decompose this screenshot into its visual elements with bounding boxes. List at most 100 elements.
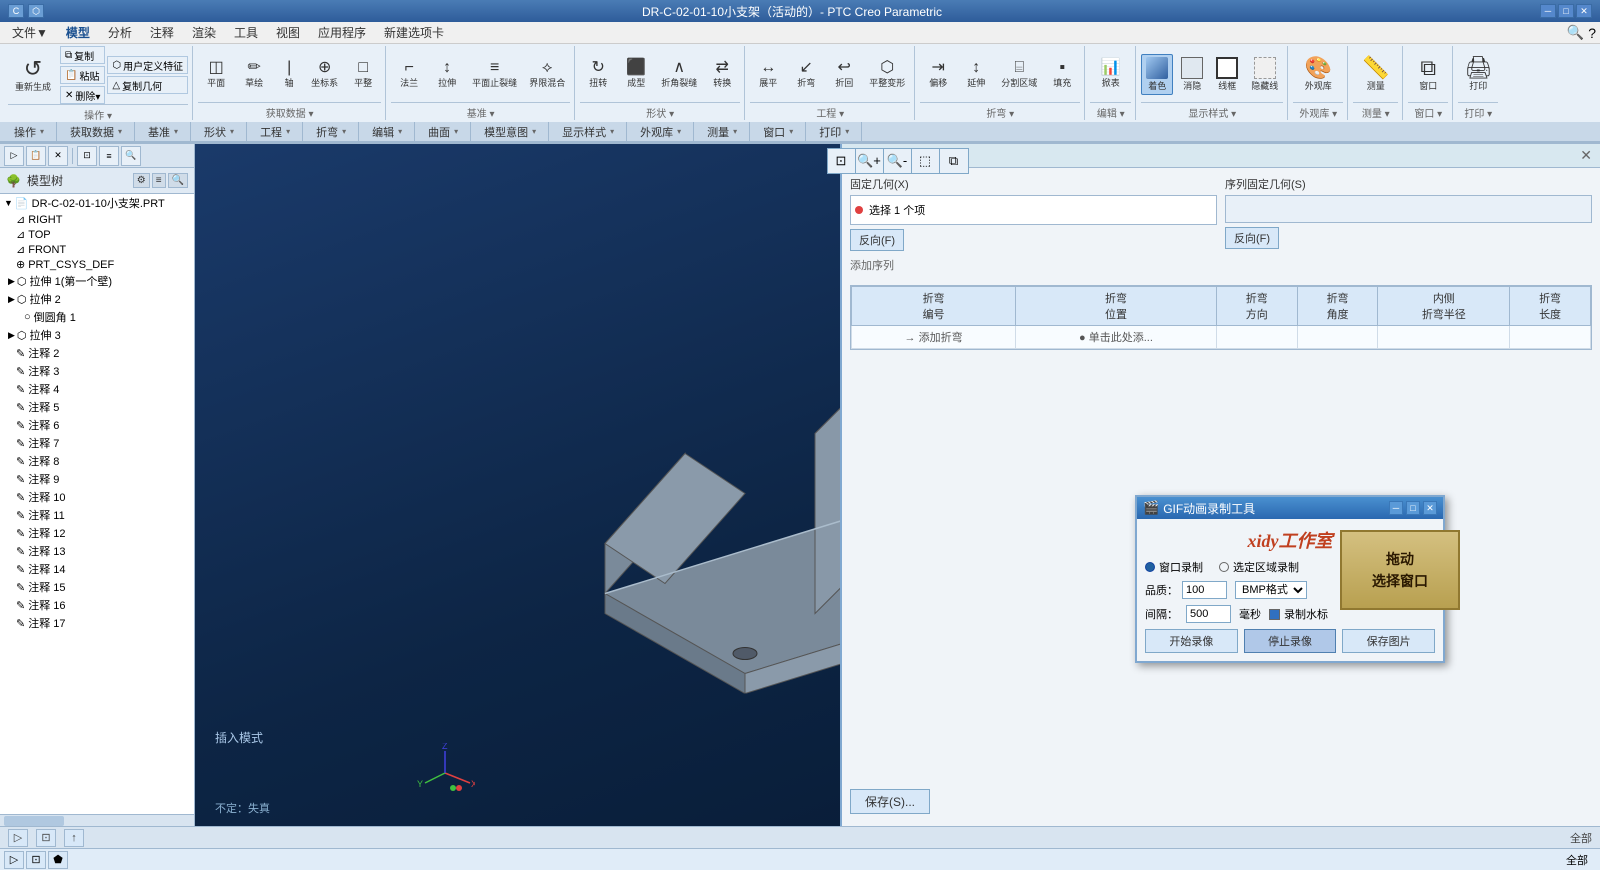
btn-plane[interactable]: ◫ 平面 <box>198 57 234 92</box>
btn-flatten[interactable]: □ 平整 <box>345 57 381 92</box>
vt-zoom-out[interactable]: 🔍- <box>884 149 912 173</box>
fold-seq-close-btn[interactable]: ✕ <box>1580 147 1592 164</box>
watermark-option[interactable]: 录制水标 <box>1269 606 1328 622</box>
btn-twist[interactable]: ↻ 扭转 <box>580 57 616 92</box>
btn-split-area[interactable]: ⌸ 分割区域 <box>996 57 1042 92</box>
btn-print[interactable]: 🖨 打印 <box>1458 54 1498 95</box>
rsec-bend[interactable]: 折弯 ▾ <box>304 122 359 141</box>
lp-btn-4[interactable]: ⊡ <box>77 146 97 166</box>
btn-flatten-deform[interactable]: ⬡ 平整变形 <box>864 57 910 92</box>
btn-corner-crack[interactable]: ∧ 折角裂缝 <box>656 57 702 92</box>
rsec-model-intent[interactable]: 模型意图 ▾ <box>472 122 549 141</box>
btn-hidden-line[interactable]: 隐藏线 <box>1246 54 1283 95</box>
tree-item-note13[interactable]: ✎ 注释 13 <box>0 542 194 560</box>
left-scrollbar[interactable] <box>0 814 194 826</box>
minimize-btn[interactable]: ─ <box>1540 4 1556 18</box>
tree-item-note16[interactable]: ✎ 注释 16 <box>0 596 194 614</box>
rsec-edit[interactable]: 编辑 ▾ <box>360 122 415 141</box>
btn-measure[interactable]: 📏 测量 <box>1353 54 1398 95</box>
tree-item-note11[interactable]: ✎ 注释 11 <box>0 506 194 524</box>
option-area-record[interactable]: 选定区域录制 <box>1219 559 1299 575</box>
rsec-print2[interactable]: 打印 ▾ <box>807 122 862 141</box>
btn-paste[interactable]: 📋 粘贴 <box>60 66 105 84</box>
btn-shading[interactable]: 着色 <box>1141 54 1173 95</box>
model-tree-filter-btn[interactable]: ≡ <box>152 173 166 188</box>
btn-fold-back[interactable]: ↩ 折回 <box>826 57 862 92</box>
menu-analysis[interactable]: 分析 <box>100 22 140 43</box>
rsec-surface[interactable]: 曲面 ▾ <box>416 122 471 141</box>
watermark-checkbox[interactable] <box>1269 609 1280 620</box>
btn-offset[interactable]: ⇥ 偏移 <box>920 57 956 92</box>
btn-fill[interactable]: ▪ 填充 <box>1044 57 1080 92</box>
btn-copy[interactable]: ⧉ 复制 <box>60 46 105 64</box>
bottom-btn-3[interactable]: ⬟ <box>48 851 68 869</box>
menu-apps[interactable]: 应用程序 <box>310 22 374 43</box>
save-image-btn[interactable]: 保存图片 <box>1342 629 1435 653</box>
geo-select-box[interactable]: 选择 1 个项 <box>850 195 1217 225</box>
drag-select-button[interactable]: 拖动 选择窗口 <box>1340 530 1460 610</box>
model-tree-settings-btn[interactable]: ⚙ <box>133 173 150 188</box>
btn-user-feature[interactable]: ⬡ 用户定义特征 <box>107 56 188 74</box>
maximize-btn[interactable]: □ <box>1558 4 1574 18</box>
save-btn[interactable]: 保存(S)... <box>850 789 930 814</box>
vt-more[interactable]: ⧉ <box>940 149 968 173</box>
help-icon[interactable]: ? <box>1588 25 1596 41</box>
fold-click-hint[interactable]: ● 单击此处添... <box>1016 326 1217 349</box>
search-icon[interactable]: 🔍 <box>1567 24 1584 41</box>
btn-copy-geo[interactable]: △ 复制几何 <box>107 76 188 94</box>
menu-annotation[interactable]: 注释 <box>142 22 182 43</box>
lp-btn-6[interactable]: 🔍 <box>121 146 141 166</box>
vt-zoom-area[interactable]: ⬚ <box>912 149 940 173</box>
tree-item-extrude1[interactable]: ▶ ⬡ 拉伸 1(第一个壁) <box>0 272 194 290</box>
status-btn-3[interactable]: ↑ <box>64 829 84 847</box>
tree-item-note2[interactable]: ✎ 注释 2 <box>0 344 194 362</box>
menu-tools[interactable]: 工具 <box>226 22 266 43</box>
tree-item-note5[interactable]: ✎ 注释 5 <box>0 398 194 416</box>
tree-item-extrude3[interactable]: ▶ ⬡ 拉伸 3 <box>0 326 194 344</box>
btn-sketch[interactable]: ✏ 草绘 <box>236 57 272 92</box>
model-tree-search-btn[interactable]: 🔍 <box>168 173 188 188</box>
stop-record-btn[interactable]: 停止录像 <box>1244 629 1337 653</box>
tree-item-note4[interactable]: ✎ 注释 4 <box>0 380 194 398</box>
gif-maximize-btn[interactable]: □ <box>1406 501 1420 515</box>
menu-new-tab[interactable]: 新建选项卡 <box>376 22 452 43</box>
tree-item-note8[interactable]: ✎ 注释 8 <box>0 452 194 470</box>
menu-render[interactable]: 渲染 <box>184 22 224 43</box>
lp-btn-1[interactable]: ▷ <box>4 146 24 166</box>
quality-input[interactable] <box>1182 581 1227 599</box>
seq-reverse-btn[interactable]: 反向(F) <box>1225 227 1279 249</box>
tree-item-note15[interactable]: ✎ 注释 15 <box>0 578 194 596</box>
tree-item-note17[interactable]: ✎ 注释 17 <box>0 614 194 632</box>
menu-file[interactable]: 文件▼ <box>4 22 56 43</box>
gif-close-btn[interactable]: ✕ <box>1423 501 1437 515</box>
lp-btn-2[interactable]: 📋 <box>26 146 46 166</box>
btn-convert[interactable]: ⇄ 转换 <box>704 57 740 92</box>
rsec-shape[interactable]: 形状 ▾ <box>192 122 247 141</box>
btn-form[interactable]: ⬛ 成型 <box>618 57 654 92</box>
status-btn-1[interactable]: ▷ <box>8 829 28 847</box>
tree-item-note14[interactable]: ✎ 注释 14 <box>0 560 194 578</box>
btn-plane-crack[interactable]: ≡ 平面止裂缝 <box>467 57 522 92</box>
tree-item-note6[interactable]: ✎ 注释 6 <box>0 416 194 434</box>
tree-item-front[interactable]: ⊿ FRONT <box>0 242 194 257</box>
tree-item-note10[interactable]: ✎ 注释 10 <box>0 488 194 506</box>
tree-item-right[interactable]: ⊿ RIGHT <box>0 212 194 227</box>
rsec-measure2[interactable]: 测量 ▾ <box>695 122 750 141</box>
tree-item-note3[interactable]: ✎ 注释 3 <box>0 362 194 380</box>
reverse-btn[interactable]: 反向(F) <box>850 229 904 251</box>
menu-view[interactable]: 视图 <box>268 22 308 43</box>
status-btn-2[interactable]: ⊡ <box>36 829 56 847</box>
btn-regenerate[interactable]: ↺ 重新生成 <box>8 55 58 96</box>
vt-zoom-in[interactable]: 🔍+ <box>856 149 884 173</box>
rsec-getdata[interactable]: 获取数据 ▾ <box>58 122 135 141</box>
btn-axis[interactable]: | 轴 <box>274 57 304 92</box>
rsec-datum[interactable]: 基准 ▾ <box>136 122 191 141</box>
btn-table[interactable]: 📊 掀表 <box>1091 57 1131 92</box>
tree-item-note9[interactable]: ✎ 注释 9 <box>0 470 194 488</box>
lp-btn-5[interactable]: ≡ <box>99 146 119 166</box>
btn-unfold[interactable]: ↔ 展平 <box>750 57 786 92</box>
btn-bend[interactable]: ↙ 折弯 <box>788 57 824 92</box>
btn-flange[interactable]: ⌐ 法兰 <box>391 57 427 92</box>
rsec-display-style[interactable]: 显示样式 ▾ <box>550 122 627 141</box>
rsec-operation[interactable]: 操作 ▾ <box>2 122 57 141</box>
